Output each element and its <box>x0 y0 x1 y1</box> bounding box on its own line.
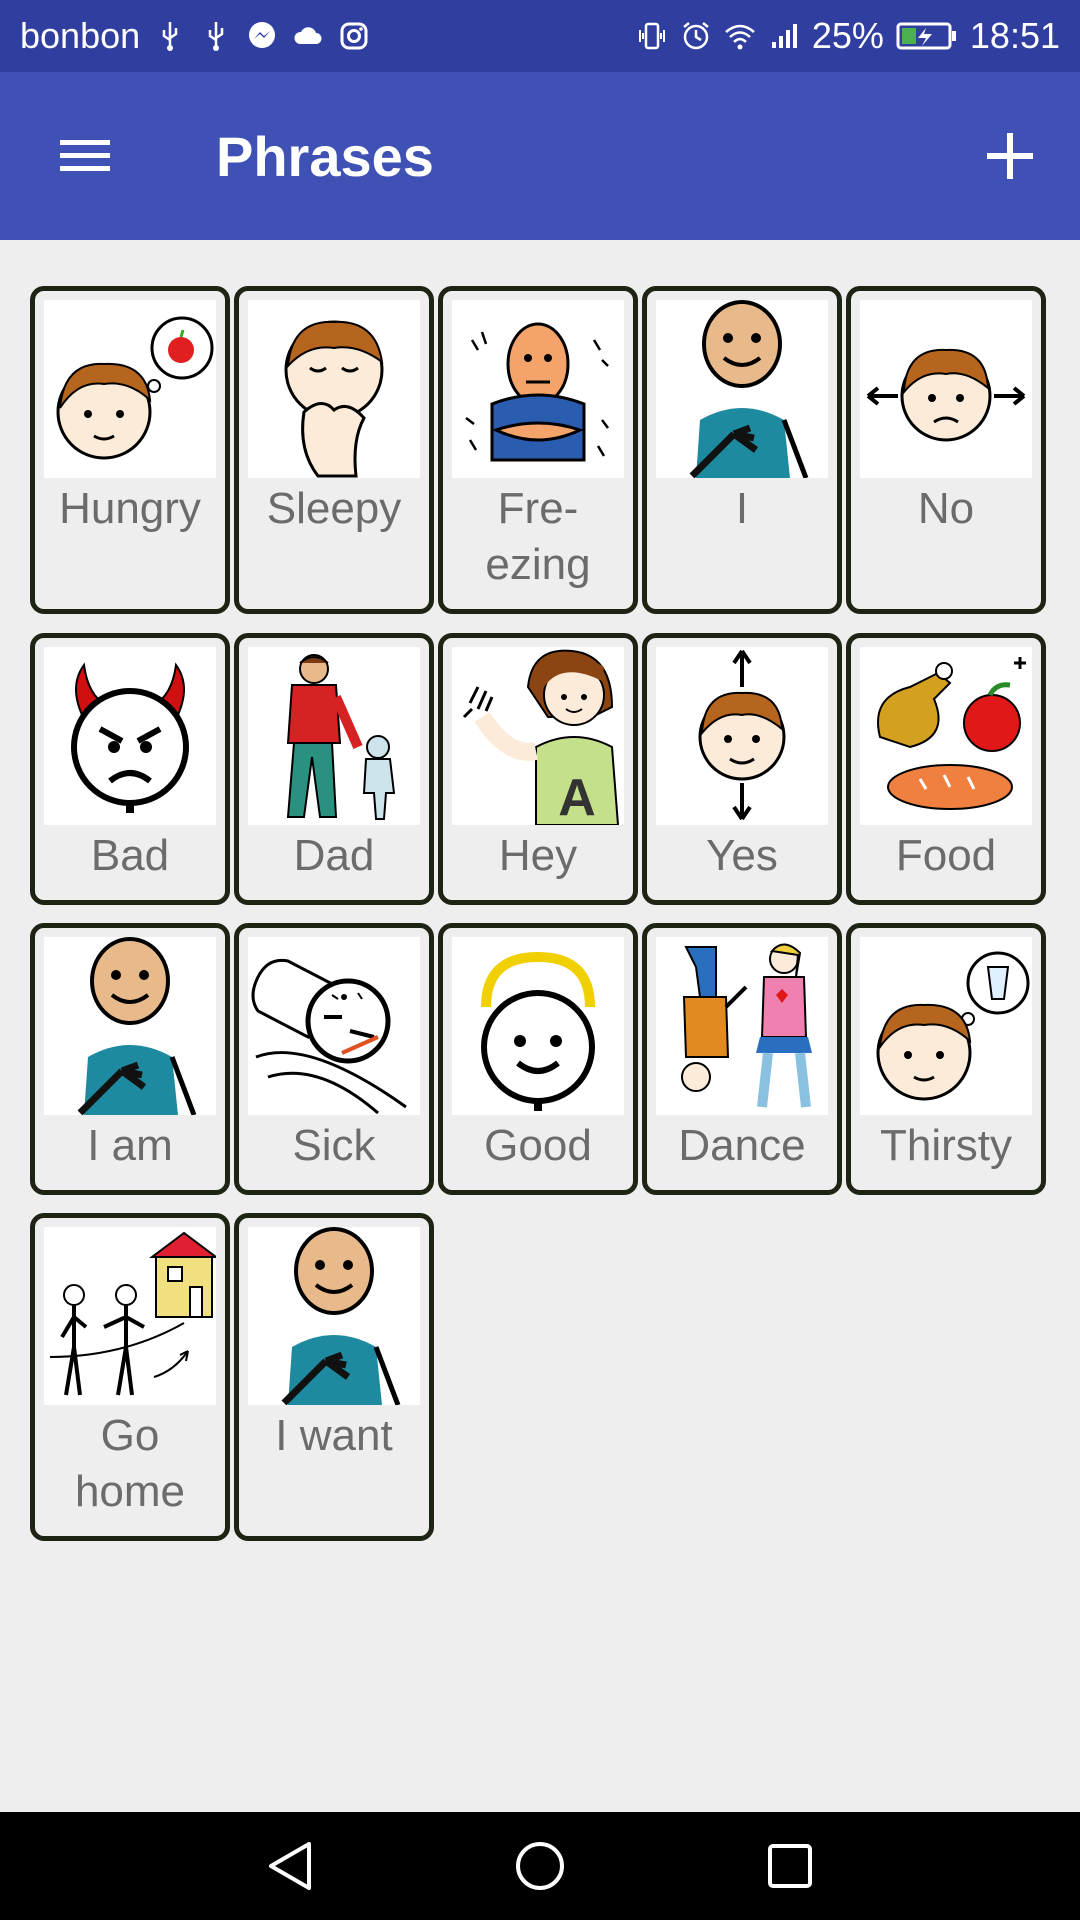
signal-icon <box>771 24 797 48</box>
wifi-icon <box>725 24 755 50</box>
self-pointing-person-icon <box>656 300 828 478</box>
phrase-tile-freezing[interactable]: Fre- ezing <box>438 286 638 614</box>
usb-icon <box>162 22 178 51</box>
back-triangle-icon <box>269 1842 311 1890</box>
add-phrase-button[interactable] <box>970 116 1050 196</box>
status-left: bonbon <box>20 15 370 57</box>
phrase-label: I am <box>87 1121 173 1170</box>
phrase-tile-bad[interactable]: Bad <box>30 633 230 905</box>
alarm-icon <box>683 22 709 50</box>
father-child-icon <box>248 647 420 825</box>
hamburger-menu-icon <box>60 140 110 171</box>
hungry-boy-apple-icon <box>44 300 216 478</box>
instagram-icon <box>340 22 368 50</box>
phrase-tile-sleepy[interactable]: Sleepy <box>234 286 434 614</box>
status-right: 25% 18:51 <box>636 15 1060 57</box>
phrase-tile-hey[interactable]: A Hey <box>438 633 638 905</box>
head-nod-yes-icon <box>656 647 828 825</box>
back-button[interactable] <box>255 1831 325 1901</box>
freezing-person-icon <box>452 300 624 478</box>
self-pointing-person-icon <box>248 1227 420 1405</box>
dancing-people-icon <box>656 937 828 1115</box>
phrase-tile-no[interactable]: No <box>846 286 1046 614</box>
phrase-label: Food <box>895 831 997 880</box>
phrase-tile-food[interactable]: Food <box>846 633 1046 905</box>
phrase-label: Dance <box>678 1121 806 1170</box>
halo-face-icon <box>452 937 624 1115</box>
phrase-tile-i-want[interactable]: I want <box>234 1213 434 1541</box>
recents-square-icon <box>768 1844 812 1888</box>
usb-icon <box>208 22 224 51</box>
svg-text:A: A <box>558 769 596 825</box>
phrase-tile-go-home[interactable]: Go home <box>30 1213 230 1541</box>
waving-girl-icon: A <box>452 647 624 825</box>
phrase-tile-dance[interactable]: Dance <box>642 923 842 1195</box>
phrase-label: I <box>735 484 749 533</box>
phrase-label: Sick <box>292 1121 376 1170</box>
go-home-icon <box>44 1227 216 1405</box>
status-bar: bonbon 25% 18:51 <box>0 0 1080 72</box>
phrase-label: I want <box>275 1411 393 1460</box>
devil-face-icon <box>44 647 216 825</box>
phrase-label: Hungry <box>59 484 201 533</box>
phrase-tile-hungry[interactable]: Hungry <box>30 286 230 614</box>
carrier-name: bonbon <box>20 15 141 56</box>
phrase-label: Dad <box>293 831 375 880</box>
phrase-label: No <box>917 484 975 533</box>
thirsty-boy-glass-icon <box>860 937 1032 1115</box>
home-button[interactable] <box>505 1831 575 1901</box>
food-icon <box>860 647 1032 825</box>
phrase-label: Fre- ezing <box>485 484 591 589</box>
phrase-label: Go home <box>74 1411 186 1516</box>
battery-icon <box>896 22 956 50</box>
phrase-label: Hey <box>498 831 578 880</box>
phrase-label: Sleepy <box>266 484 402 533</box>
phrase-label: Bad <box>90 831 170 880</box>
vibrate-icon <box>638 22 665 50</box>
app-bar: Phrases <box>0 72 1080 240</box>
phrase-tile-thirsty[interactable]: Thirsty <box>846 923 1046 1195</box>
menu-button[interactable] <box>40 116 130 196</box>
navigation-bar <box>0 1812 1080 1920</box>
phrase-label: Thirsty <box>880 1121 1012 1170</box>
phrase-label: Good <box>484 1121 592 1170</box>
self-pointing-person-icon <box>44 937 216 1115</box>
messenger-icon <box>249 22 276 48</box>
sleepy-yawn-icon <box>248 300 420 478</box>
recents-button[interactable] <box>755 1831 825 1901</box>
page-title: Phrases <box>216 125 434 188</box>
phrase-tile-i-am[interactable]: I am <box>30 923 230 1195</box>
phrase-tile-i[interactable]: I <box>642 286 842 614</box>
plus-icon <box>987 133 1033 179</box>
phrase-tile-dad[interactable]: Dad <box>234 633 434 905</box>
sick-thermometer-icon <box>248 937 420 1115</box>
home-circle-icon <box>516 1842 564 1890</box>
phrase-tile-sick[interactable]: Sick <box>234 923 434 1195</box>
head-shake-no-icon <box>860 300 1032 478</box>
battery-percent: 25% <box>811 15 884 56</box>
cloud-icon <box>294 27 322 44</box>
phrase-tile-yes[interactable]: Yes <box>642 633 842 905</box>
phrase-tile-good[interactable]: Good <box>438 923 638 1195</box>
phrase-label: Yes <box>706 831 778 880</box>
clock-time: 18:51 <box>969 15 1060 56</box>
